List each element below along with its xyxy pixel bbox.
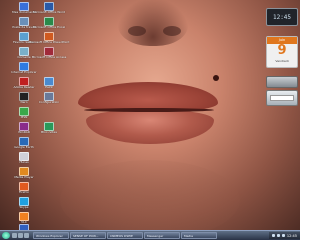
taskbar-button[interactable]: CNMEOS DSEIE: [107, 232, 143, 239]
desktop-icon[interactable]: Firefox: [0, 182, 48, 197]
desktop-icon[interactable]: Microsoft Office Word: [25, 2, 73, 17]
gadget-search[interactable]: [266, 90, 298, 106]
clock-time: 12:45: [272, 13, 292, 21]
wallpaper-nose: [118, 0, 188, 46]
tray-icon[interactable]: [276, 234, 280, 237]
wallpaper-lower-lip: [86, 110, 214, 144]
desktop-icon[interactable]: Microsoft Office Access: [25, 47, 73, 62]
wallpaper-lip-line: [84, 108, 214, 112]
gadget-search-bar[interactable]: [270, 95, 294, 101]
taskbar-button[interactable]: Windows Explorer: [33, 232, 69, 239]
tray-clock[interactable]: 12:45: [287, 234, 297, 238]
desktop-icon[interactable]: Skype: [0, 197, 48, 212]
desktop-icon[interactable]: Paint: [25, 77, 73, 92]
tray-icon[interactable]: [281, 234, 285, 237]
desktop-icon[interactable]: iTunes: [0, 152, 48, 167]
taskbar-button[interactable]: SENSE OF POW...: [70, 232, 106, 239]
desktop-icon[interactable]: Configuration: [25, 92, 73, 107]
desktop-icon[interactable]: Media Player: [0, 167, 48, 182]
wallpaper-nostril-right: [163, 26, 181, 36]
desktop-icon[interactable]: Google Earth: [0, 137, 48, 152]
quick-launch-icon[interactable]: [18, 232, 23, 238]
wallpaper-mole: [213, 75, 219, 81]
system-tray: 12:45: [268, 232, 300, 239]
desktop: Mes documents Poste de travail Favoris r…: [0, 0, 300, 240]
desktop-icon[interactable]: Microsoft Office PowerPoint: [25, 32, 73, 47]
wallpaper-nostril-left: [128, 26, 146, 36]
tray-icon[interactable]: [271, 234, 275, 237]
wallpaper-chin: [60, 160, 240, 240]
taskbar: Windows Explorer SENSE OF POW... CNMEOS …: [0, 230, 300, 240]
quick-launch-icon[interactable]: [12, 232, 17, 238]
desktop-icon[interactable]: Internet Explorer: [0, 62, 48, 77]
taskbar-button[interactable]: Messenger: [144, 232, 180, 239]
clock-gadget[interactable]: 12:45: [266, 8, 298, 26]
calendar-weekday: Vendredi: [275, 59, 289, 63]
calendar-day: 9: [277, 43, 287, 58]
gadget-slideshow[interactable]: [266, 76, 298, 88]
calendar-gadget[interactable]: Juin 9 Vendredi: [266, 36, 298, 68]
desktop-icon[interactable]: MSN: [0, 107, 48, 122]
taskbar-button[interactable]: Media: [181, 232, 217, 239]
quick-launch-icon[interactable]: [24, 232, 29, 238]
desktop-icon[interactable]: Microsoft Office Excel: [25, 17, 73, 32]
desktop-icon[interactable]: Bloc-notes: [25, 122, 73, 137]
start-button[interactable]: [2, 232, 10, 239]
quick-launch: [12, 232, 30, 239]
